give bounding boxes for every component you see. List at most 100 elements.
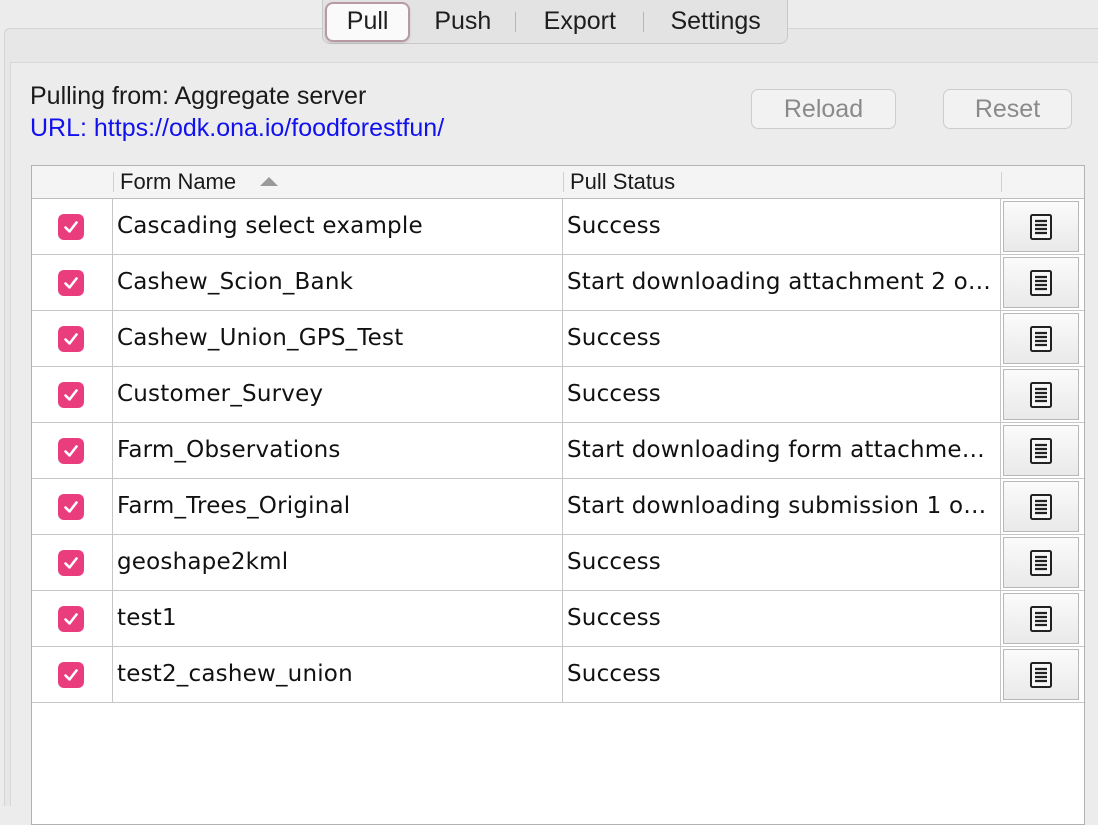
- document-details-icon: [1030, 605, 1052, 632]
- table-row[interactable]: Farm_Trees_Original Start downloading sub…: [32, 479, 1084, 535]
- column-header-form-name[interactable]: Form Name: [120, 166, 236, 198]
- select-cell: [32, 423, 113, 478]
- form-name: Cashew_Union_GPS_Test: [117, 325, 404, 351]
- table-row[interactable]: Cashew_Union_GPS_Test Success: [32, 311, 1084, 367]
- form-name-cell: Cascading select example: [113, 199, 563, 254]
- table-header: Form Name Pull Status: [32, 166, 1084, 199]
- document-details-icon: [1030, 549, 1052, 576]
- form-name-cell: Farm_Trees_Original: [113, 479, 563, 534]
- form-name-cell: Farm_Observations: [113, 423, 563, 478]
- details-button[interactable]: [1003, 481, 1079, 532]
- pull-status-cell: Success: [563, 199, 1001, 254]
- details-button[interactable]: [1003, 313, 1079, 364]
- form-name-cell: Customer_Survey: [113, 367, 563, 422]
- details-cell: [1001, 255, 1081, 310]
- pull-status: Success: [567, 325, 661, 351]
- select-cell: [32, 311, 113, 366]
- details-cell: [1001, 311, 1081, 366]
- form-select-checkbox[interactable]: [58, 214, 84, 240]
- document-details-icon: [1030, 269, 1052, 296]
- table-row[interactable]: test2_cashew_union Success: [32, 647, 1084, 703]
- table-row[interactable]: geoshape2kml Success: [32, 535, 1084, 591]
- form-name: test1: [117, 605, 177, 631]
- form-name: Cashew_Scion_Bank: [117, 269, 354, 295]
- tab-bar: Pull Push Export Settings: [322, 0, 788, 44]
- pull-status-cell: Success: [563, 591, 1001, 646]
- document-details-icon: [1030, 437, 1052, 464]
- document-details-icon: [1030, 381, 1052, 408]
- details-cell: [1001, 535, 1081, 590]
- form-name-cell: Cashew_Scion_Bank: [113, 255, 563, 310]
- column-divider: [563, 172, 564, 192]
- document-details-icon: [1030, 213, 1052, 240]
- pull-status: Success: [567, 549, 661, 575]
- column-header-pull-status[interactable]: Pull Status: [570, 166, 675, 198]
- form-select-checkbox[interactable]: [58, 494, 84, 520]
- pull-status-cell: Start downloading submission 1 of ...: [563, 479, 1001, 534]
- select-cell: [32, 535, 113, 590]
- column-divider: [1001, 172, 1002, 192]
- tab-push[interactable]: Push: [410, 2, 515, 42]
- checkmark-icon: [62, 610, 80, 628]
- table-row[interactable]: Cashew_Scion_Bank Start downloading attac…: [32, 255, 1084, 311]
- details-button[interactable]: [1003, 537, 1079, 588]
- tab-pull[interactable]: Pull: [325, 1, 411, 42]
- tab-export[interactable]: Export: [516, 2, 643, 42]
- select-cell: [32, 647, 113, 702]
- checkmark-icon: [62, 330, 80, 348]
- details-button[interactable]: [1003, 593, 1079, 644]
- details-button[interactable]: [1003, 201, 1079, 252]
- forms-table: Form Name Pull Status Cascading select e…: [31, 165, 1085, 825]
- checkmark-icon: [62, 554, 80, 572]
- form-name: Customer_Survey: [117, 381, 324, 407]
- pull-status-cell: Success: [563, 311, 1001, 366]
- reload-button[interactable]: Reload: [751, 89, 896, 129]
- table-row[interactable]: Farm_Observations Start downloading form …: [32, 423, 1084, 479]
- table-row[interactable]: Customer_Survey Success: [32, 367, 1084, 423]
- checkmark-icon: [62, 218, 80, 236]
- details-button[interactable]: [1003, 425, 1079, 476]
- details-cell: [1001, 367, 1081, 422]
- form-select-checkbox[interactable]: [58, 382, 84, 408]
- select-cell: [32, 367, 113, 422]
- details-button[interactable]: [1003, 369, 1079, 420]
- details-cell: [1001, 479, 1081, 534]
- pull-status: Success: [567, 661, 661, 687]
- pull-status: Start downloading attachment 2 of ...: [567, 269, 993, 295]
- pull-status-cell: Start downloading form attachment...: [563, 423, 1001, 478]
- form-select-checkbox[interactable]: [58, 326, 84, 352]
- form-name: Farm_Trees_Original: [117, 493, 351, 519]
- form-select-checkbox[interactable]: [58, 550, 84, 576]
- checkmark-icon: [62, 666, 80, 684]
- form-name: Farm_Observations: [117, 437, 341, 463]
- pull-status: Start downloading submission 1 of ...: [567, 493, 993, 519]
- table-row[interactable]: Cascading select example Success: [32, 199, 1084, 255]
- checkmark-icon: [62, 386, 80, 404]
- form-name-cell: geoshape2kml: [113, 535, 563, 590]
- document-details-icon: [1030, 661, 1052, 688]
- pulling-from-label: Pulling from: Aggregate server: [30, 82, 367, 110]
- form-select-checkbox[interactable]: [58, 662, 84, 688]
- form-name-cell: Cashew_Union_GPS_Test: [113, 311, 563, 366]
- tab-settings[interactable]: Settings: [644, 2, 787, 42]
- form-name-cell: test2_cashew_union: [113, 647, 563, 702]
- reset-button[interactable]: Reset: [943, 89, 1072, 129]
- checkmark-icon: [62, 274, 80, 292]
- select-cell: [32, 591, 113, 646]
- details-button[interactable]: [1003, 257, 1079, 308]
- table-row[interactable]: test1 Success: [32, 591, 1084, 647]
- server-url-link[interactable]: URL: https://odk.ona.io/foodforestfun/: [30, 114, 444, 143]
- form-select-checkbox[interactable]: [58, 270, 84, 296]
- form-name-cell: test1: [113, 591, 563, 646]
- select-cell: [32, 255, 113, 310]
- document-details-icon: [1030, 493, 1052, 520]
- select-cell: [32, 199, 113, 254]
- details-cell: [1001, 647, 1081, 702]
- form-name: Cascading select example: [117, 213, 423, 239]
- form-select-checkbox[interactable]: [58, 438, 84, 464]
- details-button[interactable]: [1003, 649, 1079, 700]
- pull-status-cell: Success: [563, 647, 1001, 702]
- pull-status-cell: Start downloading attachment 2 of ...: [563, 255, 1001, 310]
- form-select-checkbox[interactable]: [58, 606, 84, 632]
- pull-status-cell: Success: [563, 535, 1001, 590]
